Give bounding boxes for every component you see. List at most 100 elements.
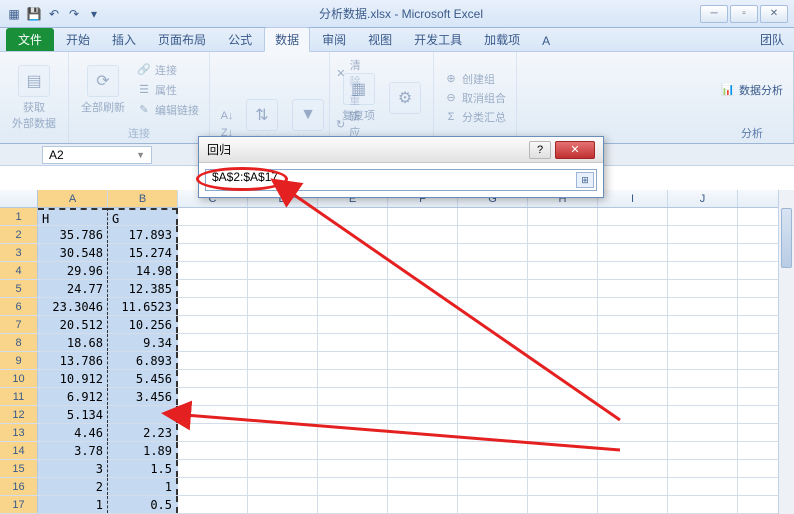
cell[interactable] <box>528 370 598 387</box>
row-header[interactable]: 2 <box>0 226 38 243</box>
cell[interactable]: 6.912 <box>38 388 108 405</box>
cell[interactable]: 17.893 <box>108 226 178 243</box>
undo-icon[interactable]: ↶ <box>46 6 62 22</box>
cell[interactable] <box>318 298 388 315</box>
cell[interactable] <box>248 352 318 369</box>
cell[interactable]: 29.96 <box>38 262 108 279</box>
cell[interactable] <box>178 352 248 369</box>
cell[interactable] <box>458 370 528 387</box>
cell[interactable] <box>388 478 458 495</box>
cell[interactable] <box>248 370 318 387</box>
cell[interactable] <box>668 370 738 387</box>
cell[interactable]: 15.274 <box>108 244 178 261</box>
row-header[interactable]: 8 <box>0 334 38 351</box>
cell[interactable] <box>528 478 598 495</box>
cell[interactable] <box>598 388 668 405</box>
cell[interactable]: 2.23 <box>108 424 178 441</box>
cell[interactable] <box>598 442 668 459</box>
cell[interactable] <box>318 406 388 423</box>
cell[interactable]: 30.548 <box>38 244 108 261</box>
cell[interactable] <box>248 280 318 297</box>
cell[interactable] <box>178 388 248 405</box>
cell[interactable] <box>528 316 598 333</box>
cell[interactable] <box>318 334 388 351</box>
row-header[interactable]: 12 <box>0 406 38 423</box>
close-button[interactable]: ✕ <box>760 5 788 23</box>
remove-duplicates-button[interactable]: ▦复复项 <box>338 71 379 125</box>
tab-formulas[interactable]: 公式 <box>218 28 262 51</box>
cell[interactable] <box>598 298 668 315</box>
row-header[interactable]: 17 <box>0 496 38 513</box>
cell[interactable] <box>178 226 248 243</box>
tab-insert[interactable]: 插入 <box>102 28 146 51</box>
row-header[interactable]: 6 <box>0 298 38 315</box>
cell[interactable] <box>178 460 248 477</box>
redo-icon[interactable]: ↷ <box>66 6 82 22</box>
cell[interactable]: 1 <box>38 496 108 513</box>
cell[interactable] <box>458 298 528 315</box>
cell[interactable] <box>318 496 388 513</box>
cell[interactable] <box>458 406 528 423</box>
tab-home[interactable]: 开始 <box>56 28 100 51</box>
cell[interactable] <box>458 262 528 279</box>
cell[interactable] <box>388 406 458 423</box>
qat-dropdown-icon[interactable]: ▾ <box>86 6 102 22</box>
cell[interactable] <box>318 316 388 333</box>
save-icon[interactable]: 💾 <box>26 6 42 22</box>
cell[interactable] <box>248 424 318 441</box>
cell[interactable] <box>598 244 668 261</box>
cell[interactable]: 5.134 <box>38 406 108 423</box>
cell[interactable] <box>388 370 458 387</box>
cell[interactable] <box>458 226 528 243</box>
dialog-titlebar[interactable]: 回归 ? ✕ <box>199 137 603 163</box>
cell[interactable] <box>528 298 598 315</box>
cell[interactable] <box>528 262 598 279</box>
properties-button[interactable]: ☰属性 <box>135 81 201 99</box>
cell[interactable] <box>108 406 178 423</box>
cell[interactable] <box>248 298 318 315</box>
cell[interactable] <box>178 478 248 495</box>
cell[interactable] <box>528 280 598 297</box>
col-header-i[interactable]: I <box>598 190 668 207</box>
cell[interactable] <box>388 442 458 459</box>
cell[interactable]: 10.256 <box>108 316 178 333</box>
cell[interactable] <box>668 424 738 441</box>
cell[interactable]: 35.786 <box>38 226 108 243</box>
cell[interactable] <box>598 424 668 441</box>
cell[interactable] <box>458 244 528 261</box>
cell[interactable]: 10.912 <box>38 370 108 387</box>
cell[interactable] <box>598 370 668 387</box>
cell[interactable] <box>388 298 458 315</box>
cell[interactable]: 5.456 <box>108 370 178 387</box>
cell[interactable] <box>248 244 318 261</box>
cell[interactable] <box>388 316 458 333</box>
cell[interactable] <box>598 406 668 423</box>
row-header[interactable]: 16 <box>0 478 38 495</box>
cell[interactable] <box>668 316 738 333</box>
cell[interactable]: 11.6523 <box>108 298 178 315</box>
cell[interactable] <box>388 424 458 441</box>
cell[interactable] <box>248 226 318 243</box>
cell[interactable] <box>318 460 388 477</box>
cell[interactable] <box>318 370 388 387</box>
cell[interactable] <box>458 208 528 225</box>
subtotal-button[interactable]: Σ分类汇总 <box>442 108 508 126</box>
cell[interactable]: 3 <box>38 460 108 477</box>
cell[interactable]: 13.786 <box>38 352 108 369</box>
cell[interactable] <box>248 262 318 279</box>
file-tab[interactable]: 文件 <box>6 28 54 51</box>
cell[interactable]: G <box>108 208 178 225</box>
cell[interactable]: 23.3046 <box>38 298 108 315</box>
range-reference-input[interactable]: $A$2:$A$17 ⊞ <box>205 169 597 191</box>
group-button[interactable]: ⊕创建组 <box>442 70 508 88</box>
cell[interactable] <box>178 496 248 513</box>
cell[interactable] <box>178 370 248 387</box>
cell[interactable] <box>528 226 598 243</box>
cell[interactable] <box>668 334 738 351</box>
cell[interactable] <box>318 280 388 297</box>
tab-data[interactable]: 数据 <box>264 27 310 52</box>
cell[interactable] <box>458 352 528 369</box>
cell[interactable] <box>458 316 528 333</box>
cell[interactable] <box>248 406 318 423</box>
cell[interactable] <box>528 406 598 423</box>
